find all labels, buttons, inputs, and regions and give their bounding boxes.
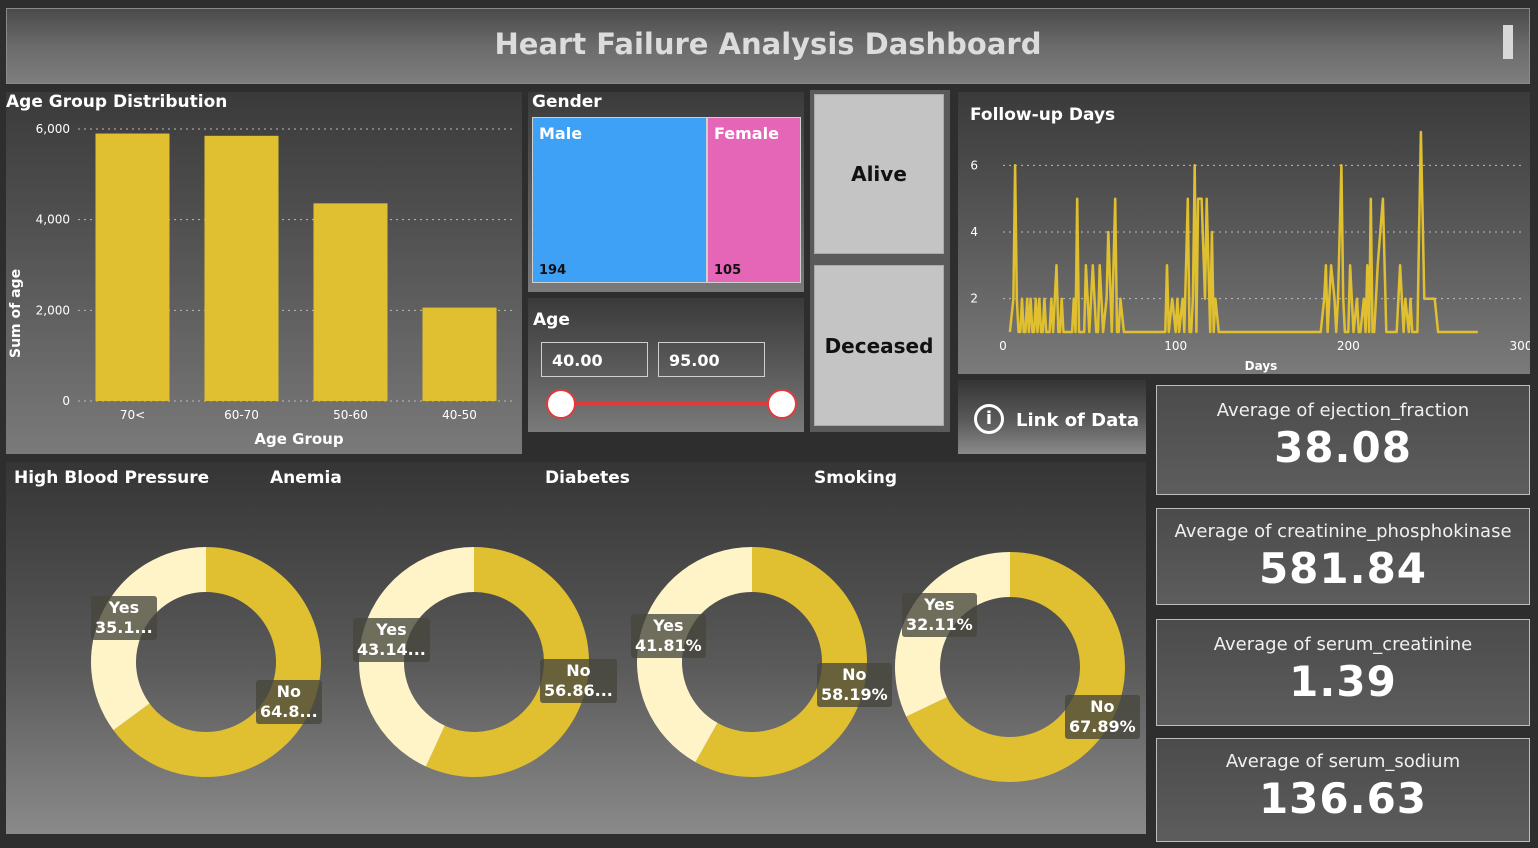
label-yes-text: Yes — [376, 620, 407, 639]
alive-button[interactable]: Alive — [814, 94, 944, 254]
female-count: 105 — [714, 263, 742, 278]
kpi-value: 136.63 — [1258, 774, 1428, 823]
donut-label-yes: Yes 32.11% — [902, 593, 977, 637]
age-slider-min-handle[interactable] — [546, 389, 576, 419]
x-tick-label: 60-70 — [224, 408, 259, 422]
age-group-bar-chart: Sum of age Age Group 0 2,000 4,000 6,000 70<… — [8, 122, 514, 448]
gender-title: Gender — [532, 92, 602, 112]
gender-female-tile[interactable]: Female 105 — [707, 117, 801, 283]
age-slider-title: Age — [533, 310, 570, 330]
gender-panel: Gender Male 194 Female 105 — [528, 92, 804, 292]
male-count: 194 — [539, 263, 567, 278]
label-yes-pct: 43.14... — [357, 640, 426, 659]
kpi-label: Average of ejection_fraction — [1216, 400, 1470, 421]
kpi-value: 1.39 — [1289, 657, 1397, 706]
y-tick-label: 4 — [970, 225, 978, 239]
y-tick-label: 2,000 — [36, 303, 70, 317]
kpi-serum-sodium: Average of serum_sodium 136.63 — [1156, 738, 1530, 842]
donut-label-no: No 67.89% — [1065, 695, 1140, 739]
x-axis-title: Age Group — [254, 430, 343, 448]
label-no-text: No — [566, 661, 591, 680]
female-label: Female — [714, 124, 779, 143]
link-label: Link of Data — [1016, 410, 1139, 431]
label-yes-pct: 32.11% — [906, 615, 973, 634]
label-no-text: No — [1090, 697, 1115, 716]
label-no-pct: 58.19% — [821, 685, 888, 704]
donut-label-no: No 58.19% — [817, 663, 892, 707]
y-tick-label: 6,000 — [36, 122, 70, 136]
kpi-value: 581.84 — [1258, 544, 1428, 593]
donut-label-yes: Yes 41.81% — [631, 614, 706, 658]
x-tick-label: 70< — [120, 408, 145, 422]
followup-x-axis-title: Days — [1245, 359, 1278, 373]
label-yes-text: Yes — [108, 598, 140, 617]
bar — [422, 307, 497, 401]
donut-label-no: No 56.86... — [540, 659, 617, 703]
kpi-ejection-fraction: Average of ejection_fraction 38.08 — [1156, 385, 1530, 495]
label-no-pct: 56.86... — [544, 681, 613, 700]
y-tick-label: 0 — [62, 394, 70, 408]
donut-label-yes: Yes 35.1... — [91, 596, 157, 640]
page-title: Heart Failure Analysis Dashboard — [494, 27, 1042, 61]
dashboard-header: Heart Failure Analysis Dashboard — [6, 8, 1530, 84]
label-no-text: No — [276, 682, 302, 701]
label-no-text: No — [842, 665, 867, 684]
label-yes-text: Yes — [924, 595, 955, 614]
header-bar-icon — [1503, 25, 1513, 59]
x-tick-label: 50-60 — [333, 408, 368, 422]
kpi-label: Average of serum_creatinine — [1213, 634, 1473, 655]
donut-label-yes: Yes 43.14... — [353, 618, 430, 662]
kpi-label: Average of serum_sodium — [1225, 751, 1461, 772]
label-no-pct: 64.8... — [260, 702, 318, 721]
kpi-creatinine-phosphokinase: Average of creatinine_phosphokinase 581.… — [1156, 508, 1530, 605]
kpi-value: 38.08 — [1274, 423, 1412, 472]
bar — [95, 133, 170, 401]
deceased-button[interactable]: Deceased — [814, 265, 944, 426]
kpi-serum-creatinine: Average of serum_creatinine 1.39 — [1156, 619, 1530, 726]
info-icon: i — [974, 404, 1004, 434]
y-axis-title: Sum of age — [8, 269, 24, 358]
y-tick-label: 6 — [970, 158, 978, 172]
x-tick-label: 200 — [1337, 339, 1360, 353]
bar — [313, 203, 388, 401]
x-tick-label: 300 — [1510, 339, 1530, 353]
kpi-label: Average of creatinine_phosphokinase — [1174, 521, 1512, 542]
x-tick-label: 100 — [1164, 339, 1187, 353]
donut-charts — [91, 547, 1125, 782]
x-tick-label: 40-50 — [442, 408, 477, 422]
label-yes-pct: 35.1... — [95, 618, 153, 637]
y-tick-label: 2 — [970, 292, 978, 306]
male-label: Male — [539, 124, 583, 143]
followup-panel: Follow-up Days Days 2 4 6 0 100 200 300 — [958, 92, 1530, 374]
age-group-panel: Age Group Distribution Sum of age Age Gr… — [6, 92, 522, 454]
age-min-input[interactable]: 40.00 — [541, 342, 648, 377]
age-max-input[interactable]: 95.00 — [658, 342, 765, 377]
x-tick-label: 0 — [999, 339, 1007, 353]
gender-male-tile[interactable]: Male 194 — [532, 117, 707, 283]
age-slider-max-handle[interactable] — [767, 389, 797, 419]
label-yes-text: Yes — [653, 616, 684, 635]
link-of-data-button[interactable]: i Link of Data — [958, 380, 1146, 454]
bar — [204, 135, 279, 402]
label-no-pct: 67.89% — [1069, 717, 1136, 736]
donut-label-no: No 64.8... — [256, 680, 322, 724]
y-tick-label: 4,000 — [36, 213, 70, 227]
followup-line-chart: Days 2 4 6 0 100 200 300 — [970, 130, 1530, 373]
age-slider-track[interactable] — [561, 402, 782, 405]
label-yes-pct: 41.81% — [635, 636, 702, 655]
